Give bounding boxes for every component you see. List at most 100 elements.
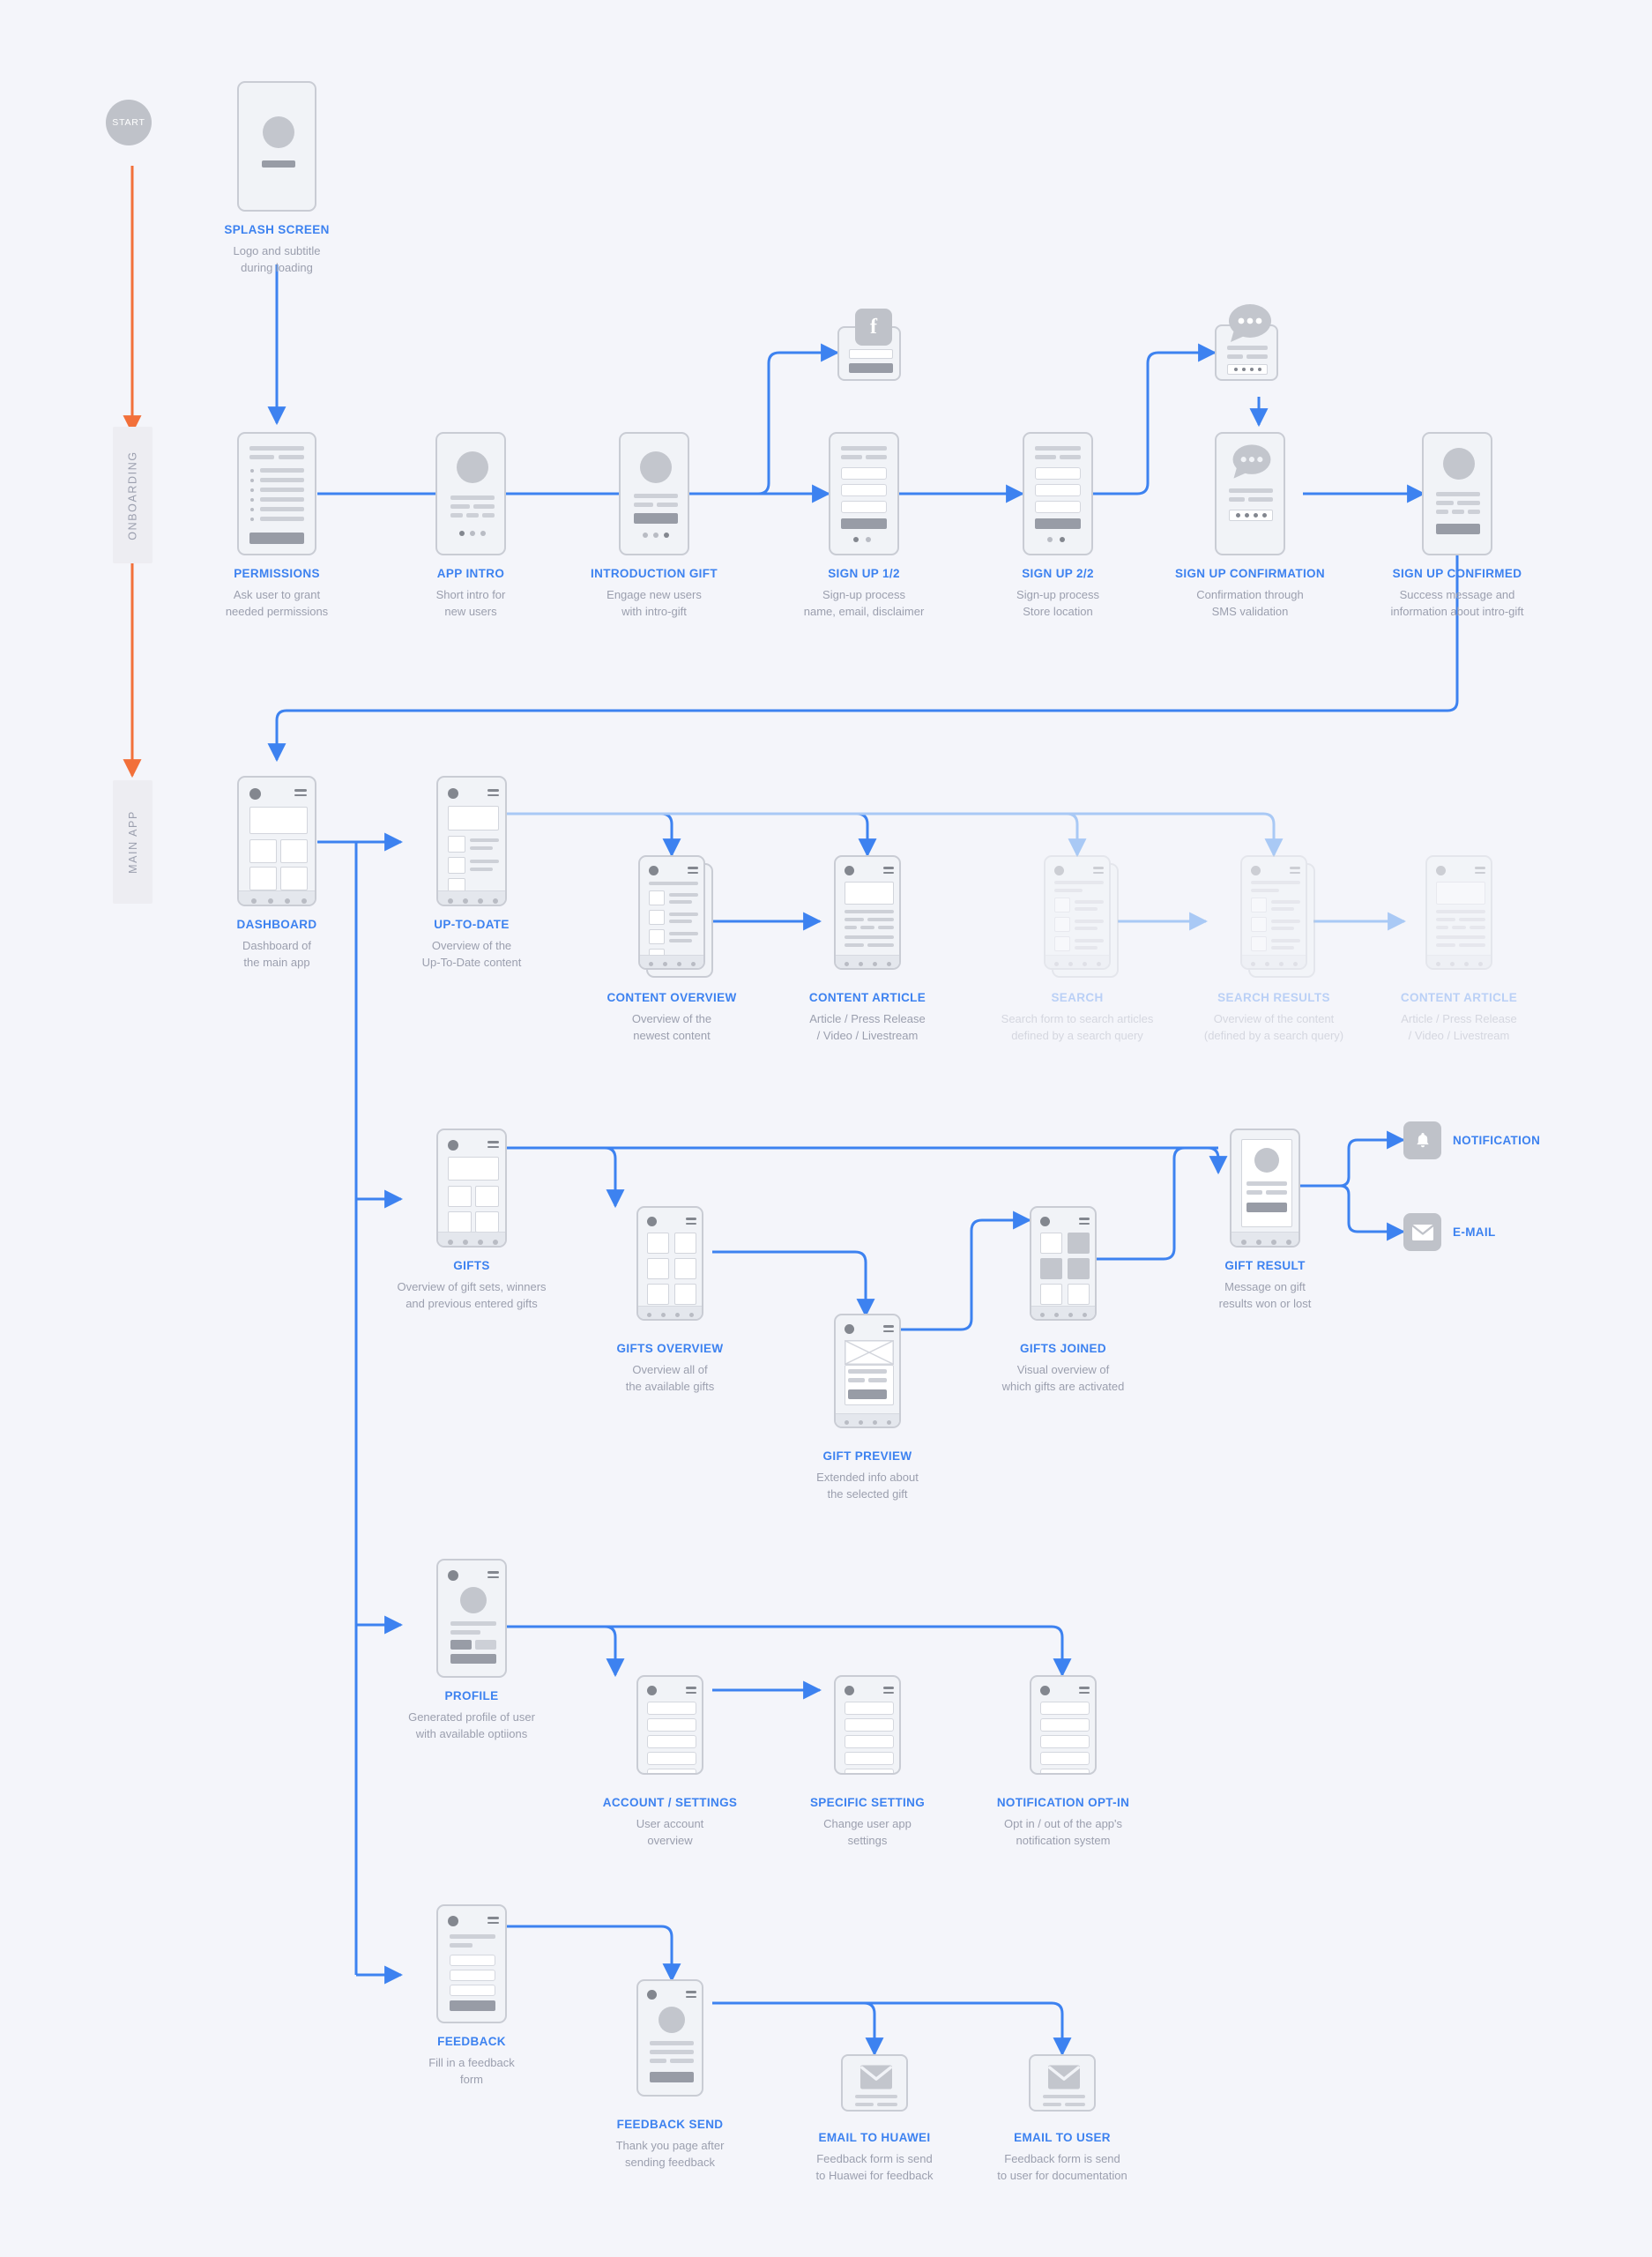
node-desc-line-2: form [460, 2073, 483, 2087]
hamburger-icon [1093, 867, 1104, 876]
node-sms-card[interactable] [1215, 304, 1278, 381]
node-content-overview[interactable]: CONTENT OVERVIEW Overview of the newest … [606, 855, 736, 1044]
node-desc-line-2: defined by a search query [1011, 1029, 1143, 1043]
node-sign-up-confirmed[interactable]: SIGN UP CONFIRMED Success message and in… [1390, 432, 1524, 620]
node-e-mail[interactable] [1403, 1213, 1441, 1251]
phone-search-icon [1044, 855, 1111, 970]
node-title: ACCOUNT / SETTINGS [602, 1796, 738, 1809]
phone-profile-icon [436, 1559, 507, 1678]
node-sign-up-confirmation[interactable]: SIGN UP CONFIRMATION Confirmation throug… [1175, 432, 1325, 620]
node-account-settings[interactable]: ACCOUNT / SETTINGS User account overview [603, 1675, 737, 1849]
node-introduction-gift[interactable]: INTRODUCTION GIFT Engage new users with … [591, 432, 718, 620]
envelope-icon [860, 2065, 892, 2089]
phone-gifts-joined-icon [1030, 1206, 1097, 1321]
node-desc-line-2: name, email, disclaimer [803, 605, 925, 619]
node-feedback-send[interactable]: FEEDBACK SEND Thank you page after sendi… [616, 1979, 724, 2171]
node-email-to-user[interactable]: EMAIL TO USER Feedback form is send to u… [997, 2054, 1127, 2184]
node-gift-result[interactable]: GIFT RESULT Message on gift results won … [1219, 1128, 1311, 1312]
hamburger-icon [294, 789, 307, 799]
node-title: SIGN UP 2/2 [1022, 567, 1094, 580]
node-title: GIFTS JOINED [1020, 1342, 1106, 1355]
email-to-huawei-icon [841, 2054, 908, 2112]
node-desc-line-2: Store location [1023, 605, 1093, 619]
node-desc-line-2: with available optiions [415, 1727, 528, 1741]
envelope-icon [1410, 1224, 1434, 1240]
node-splash-screen[interactable]: SPLASH SCREEN Logo and subtitle during l… [224, 81, 329, 276]
node-notification-opt-in[interactable]: NOTIFICATION OPT-IN Opt in / out of the … [997, 1675, 1129, 1849]
node-desc-line-2: notification system [1016, 1834, 1111, 1848]
node-notification[interactable] [1403, 1121, 1441, 1159]
speech-bubble-icon [1232, 444, 1271, 479]
node-desc-line-1: Thank you page after [615, 2139, 725, 2153]
hamburger-icon [1079, 1687, 1090, 1696]
node-desc-line-1: Extended info about [816, 1471, 919, 1485]
node-up-to-date[interactable]: UP-TO-DATE Overview of the Up-To-Date co… [422, 776, 521, 971]
node-desc-line-2: the available gifts [625, 1380, 715, 1394]
node-gifts-joined[interactable]: GIFTS JOINED Visual overview of which gi… [1002, 1206, 1124, 1395]
node-title: FEEDBACK [437, 2035, 506, 2048]
phone-specific-setting-icon [834, 1675, 901, 1775]
node-desc-line-1: Sign-up process [1016, 588, 1099, 602]
phone-app-intro-icon [435, 432, 506, 555]
node-title: GIFT PREVIEW [822, 1449, 912, 1463]
node-title: INTRODUCTION GIFT [591, 567, 718, 580]
node-desc-line-1: Confirmation through [1196, 588, 1304, 602]
phone-content-article-icon [834, 855, 901, 970]
node-desc-line-2: to Huawei for feedback [815, 2169, 934, 2183]
node-app-intro[interactable]: APP INTRO Short intro for new users [435, 432, 506, 620]
node-title: SIGN UP 1/2 [828, 567, 900, 580]
node-title: GIFTS OVERVIEW [616, 1342, 724, 1355]
node-desc-line-1: Opt in / out of the app's [1004, 1817, 1123, 1831]
node-desc-line-1: Article / Press Release [809, 1012, 926, 1026]
node-email-to-huawei[interactable]: EMAIL TO HUAWEI Feedback form is send to… [816, 2054, 933, 2184]
node-content-article[interactable]: CONTENT ARTICLE Article / Press Release … [809, 855, 926, 1044]
node-sign-up-1[interactable]: SIGN UP 1/2 Sign-up process name, email,… [804, 432, 924, 620]
node-gifts[interactable]: GIFTS Overview of gift sets, winners and… [397, 1128, 547, 1312]
node-dashboard[interactable]: DASHBOARD Dashboard of the main app [237, 776, 316, 971]
hamburger-icon [686, 1991, 696, 2000]
node-specific-setting[interactable]: SPECIFIC SETTING Change user app setting… [810, 1675, 925, 1849]
node-sign-up-2[interactable]: SIGN UP 2/2 Sign-up process Store locati… [1016, 432, 1099, 620]
node-content-article-2[interactable]: CONTENT ARTICLE Article / Press Release … [1401, 855, 1517, 1044]
phone-content-overview-icon [638, 855, 705, 970]
facebook-card-icon: f [837, 309, 901, 381]
node-gifts-overview[interactable]: GIFTS OVERVIEW Overview all of the avail… [617, 1206, 723, 1395]
node-desc-line-2: newest content [633, 1029, 711, 1043]
speech-bubble-icon [1229, 304, 1271, 342]
node-desc-line-2: settings [847, 1834, 888, 1848]
phone-sign-up-confirmed-icon [1422, 432, 1492, 555]
phone-sign-up-2-icon [1023, 432, 1093, 555]
hamburger-icon [487, 789, 499, 799]
node-feedback[interactable]: FEEDBACK Fill in a feedback form [428, 1904, 515, 2088]
node-desc-line-1: Feedback form is send [1004, 2152, 1120, 2166]
node-permissions[interactable]: PERMISSIONS Ask user to grant needed per… [226, 432, 328, 620]
phone-feedback-send-icon [636, 1979, 703, 2097]
node-desc-line-2: with intro-gift [621, 605, 687, 619]
node-desc-line-1: Overview of gift sets, winners [397, 1280, 547, 1294]
hamburger-icon [883, 1325, 894, 1335]
node-desc-line-1: Change user app [823, 1817, 912, 1831]
hamburger-icon [487, 1917, 499, 1926]
phone-splash-icon [237, 81, 316, 212]
node-desc-line-2: SMS validation [1211, 605, 1289, 619]
phone-gift-result-icon [1230, 1128, 1300, 1248]
phone-dashboard-icon [237, 776, 316, 906]
node-search[interactable]: SEARCH Search form to search articles de… [1001, 855, 1153, 1044]
node-desc-line-2: the selected gift [827, 1487, 908, 1501]
node-facebook-signup[interactable]: f [837, 309, 901, 381]
node-title: FEEDBACK SEND [616, 2118, 724, 2131]
hamburger-icon [487, 1571, 499, 1581]
phone-sign-up-1-icon [829, 432, 899, 555]
node-title: DASHBOARD [236, 918, 317, 931]
node-desc-line-2: overview [647, 1834, 693, 1848]
node-search-results[interactable]: SEARCH RESULTS Overview of the content (… [1204, 855, 1343, 1044]
hamburger-icon [1290, 867, 1300, 876]
node-title: GIFT RESULT [1224, 1259, 1306, 1272]
node-desc-line-1: Search form to search articles [1001, 1012, 1154, 1026]
phone-account-settings-icon [636, 1675, 703, 1775]
phone-permissions-icon [237, 432, 316, 555]
node-title: APP INTRO [436, 567, 505, 580]
node-gift-preview[interactable]: GIFT PREVIEW Extended info about the sel… [816, 1314, 919, 1502]
node-profile[interactable]: PROFILE Generated profile of user with a… [408, 1559, 535, 1742]
node-title: SIGN UP CONFIRMED [1392, 567, 1522, 580]
